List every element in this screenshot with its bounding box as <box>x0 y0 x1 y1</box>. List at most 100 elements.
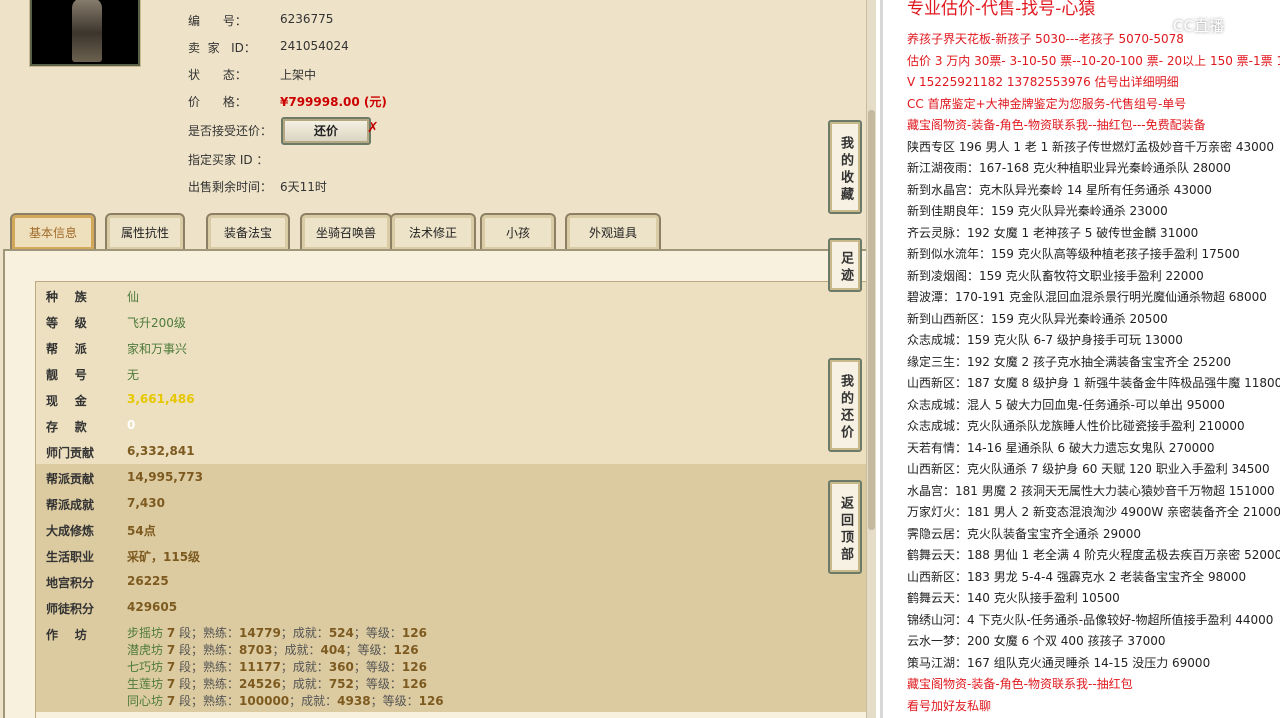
info-row: 存 款 0 <box>36 412 866 438</box>
counter-offer-button[interactable]: 还价 <box>281 117 371 145</box>
info-label: 帮派成就 <box>46 498 95 512</box>
seg-label: 段；熟练： <box>179 643 240 657</box>
overlay-line: 霁隐云居：克火队装备宝宝齐全通杀 29000 <box>907 526 1141 541</box>
overlay-line: 水晶宫：181 男魔 2 孩洞天无属性大力装心猿妙音千万物超 151000 <box>907 483 1275 498</box>
workshop-achievement: 360 <box>328 660 354 674</box>
ach-label: ；成就： <box>280 660 329 674</box>
overlay-line: 新到凌烟阁：159 克火队畜牧符文职业接手盈利 22000 <box>907 268 1204 283</box>
overlay-line: 众志成城：克火队通杀队龙族睡人性价比碰瓷接手盈利 210000 <box>907 419 1245 433</box>
workshop-achievement: 404 <box>320 643 346 657</box>
overlay-line: 策马江湖：167 组队克火通灵睡杀 14-15 没压力 69000 <box>907 655 1211 670</box>
tab-6[interactable]: 小孩 <box>480 213 556 250</box>
info-row: 师徒积分 429605 <box>36 594 866 620</box>
workshop-grade: 126 <box>418 694 444 708</box>
info-value: 采矿，115级 <box>127 550 201 564</box>
overlay-line: 山西新区：187 女魔 8 级护身 1 新强牛装备金牛阵极品强牛魔 11800 <box>907 376 1280 390</box>
scrollbar-thumb[interactable] <box>868 110 875 530</box>
stream-overlay: CC直播 专业估价-代售-找号-心猿 养孩子界天花板-新孩子 5030---老孩子… <box>880 0 1280 718</box>
workshop-achievement: 524 <box>328 626 354 640</box>
info-label: 师门贡献 <box>46 446 95 460</box>
character-figure <box>72 0 102 62</box>
info-label: 存 款 <box>46 420 87 434</box>
overlay-line: V 15225921182 13782553976 估号出详细明细 <box>907 75 1179 89</box>
info-label: 现 金 <box>46 394 87 408</box>
overlay-line: 缘定三生：192 女魔 2 孩子克水抽全满装备宝宝齐全 25200 <box>907 354 1231 369</box>
field-value: 6天11时 <box>280 180 327 194</box>
overlay-line: 新到似水流年：159 克火队高等级种植老孩子接手盈利 17500 <box>907 247 1240 261</box>
field-label: 价 格： <box>188 95 247 109</box>
tab-3[interactable]: 装备法宝 <box>206 213 290 250</box>
field-label: 卖 家 ID： <box>188 41 256 55</box>
overlay-line: 估价 3 万内 30票- 3-10-50 票--10-20-100 票- 20以… <box>907 53 1280 68</box>
tab-4[interactable]: 坐骑召唤兽 <box>300 213 392 250</box>
scrollbar[interactable] <box>866 0 876 718</box>
field-value: 241054024 <box>280 39 349 53</box>
grade-label: ；等级： <box>345 643 394 657</box>
info-value: 0 <box>127 418 136 432</box>
overlay-line: 新到山西新区：159 克火队异光秦岭通杀 20500 <box>907 311 1168 326</box>
info-label: 地宫积分 <box>46 576 95 590</box>
seg-label: 段；熟练： <box>179 626 240 640</box>
info-label: 师徒积分 <box>46 602 95 616</box>
tab-2[interactable]: 属性抗性 <box>105 213 185 250</box>
field-label: 编 号： <box>188 14 247 28</box>
info-label: 等 级 <box>46 316 87 330</box>
workshop-level: 7 <box>166 660 176 674</box>
ach-label: ；成就： <box>280 626 329 640</box>
ach-label: ；成就： <box>272 643 321 657</box>
seg-label: 段；熟练： <box>179 694 240 708</box>
workshop-name: 步摇坊 <box>127 626 164 640</box>
info-row: 帮派成就 7,430 <box>36 490 866 516</box>
workshop-achievement: 752 <box>328 677 354 691</box>
overlay-line: 陕西专区 196 男人 1 老 1 新孩子传世燃灯孟极妙音千万亲密 43000 <box>907 139 1275 154</box>
info-value: 无 <box>127 368 140 382</box>
grade-label: ；等级： <box>353 677 402 691</box>
field-value: 上架中 <box>280 68 317 82</box>
info-value: 飞升200级 <box>127 316 186 330</box>
info-row: 种 族仙 <box>36 282 866 308</box>
info-label: 大成修炼 <box>46 524 95 538</box>
workshop-level: 7 <box>166 694 176 708</box>
grade-label: ；等级： <box>370 694 419 708</box>
overlay-line: 新江湖夜雨：167-168 克火种植职业异光秦岭通杀队 28000 <box>907 161 1231 175</box>
overlay-line: 天若有情：14-16 星通杀队 6 破大力遗忘女鬼队 270000 <box>907 440 1215 455</box>
info-label: 帮派贡献 <box>46 472 95 486</box>
overlay-line: 万家灯火：181 男人 2 新变态混浪淘沙 4900W 亲密装备齐全 21000… <box>907 505 1280 519</box>
field-value: ¥799998.00 (元) <box>280 95 387 109</box>
tab-7[interactable]: 外观道具 <box>565 213 661 250</box>
listing-panel: 编 号： 6236775 卖 家 ID： 241054024 状 态： 上架中价 格： ¥7… <box>0 0 876 718</box>
info-row: 现 金 3,661,486 <box>36 386 866 412</box>
field-label: 状 态： <box>188 68 247 82</box>
workshop-label: 作 坊 <box>46 628 87 642</box>
info-value: 26225 <box>127 574 169 588</box>
field-value: 6236775 <box>280 12 334 26</box>
workshop-row: 作 坊 步摇坊 7 段；熟练：14779；成就：524；等级：126 潜虎坊 7 … <box>36 620 866 712</box>
ach-label: ；成就： <box>280 677 329 691</box>
overlay-line: 锦绣山河：4 下克火队-任务通杀-品像较好-物超所值接手盈利 44000 <box>907 612 1274 627</box>
info-value: 家和万事兴 <box>127 342 188 356</box>
info-value: 3,661,486 <box>127 392 195 406</box>
tab-1[interactable]: 基本信息 <box>10 213 96 250</box>
my-counter-button[interactable]: 我的还价 <box>828 358 862 452</box>
info-value: 6,332,841 <box>127 444 195 458</box>
overlay-line: 鹤舞云天：188 男仙 1 老全满 4 阶克火程度孟极去疾百万亲密 52000 <box>907 548 1280 562</box>
info-value: 429605 <box>127 600 178 614</box>
workshop-name: 生莲坊 <box>127 677 164 691</box>
workshop-proficiency: 14779 <box>239 626 281 640</box>
overlay-line: 山西新区：183 男龙 5-4-4 强霹克水 2 老装备宝宝齐全 98000 <box>907 569 1247 584</box>
info-label: 生活职业 <box>46 550 95 564</box>
footprints-button[interactable]: 足迹 <box>828 238 862 292</box>
workshop-grade: 126 <box>401 660 427 674</box>
back-to-top-button[interactable]: 返回顶部 <box>828 480 862 574</box>
favorites-button[interactable]: 我的收藏 <box>828 120 862 214</box>
tab-5[interactable]: 法术修正 <box>390 213 476 250</box>
seg-label: 段；熟练： <box>179 677 240 691</box>
overlay-line: 新到水晶宫：克木队异光秦岭 14 星所有任务通杀 43000 <box>907 182 1212 197</box>
overlay-line: 藏宝阁物资-装备-角色-物资联系我--抽红包 <box>907 677 1133 691</box>
close-icon[interactable]: ✗ <box>367 120 379 136</box>
field-label: 是否接受还价： <box>188 124 273 138</box>
grade-label: ；等级： <box>353 626 402 640</box>
field-label: 指定买家 ID ： <box>188 153 269 167</box>
info-label: 靓 号 <box>46 368 87 382</box>
workshop-line: 七巧坊 7 段；熟练：11177；成就：360；等级：126 <box>127 658 427 675</box>
